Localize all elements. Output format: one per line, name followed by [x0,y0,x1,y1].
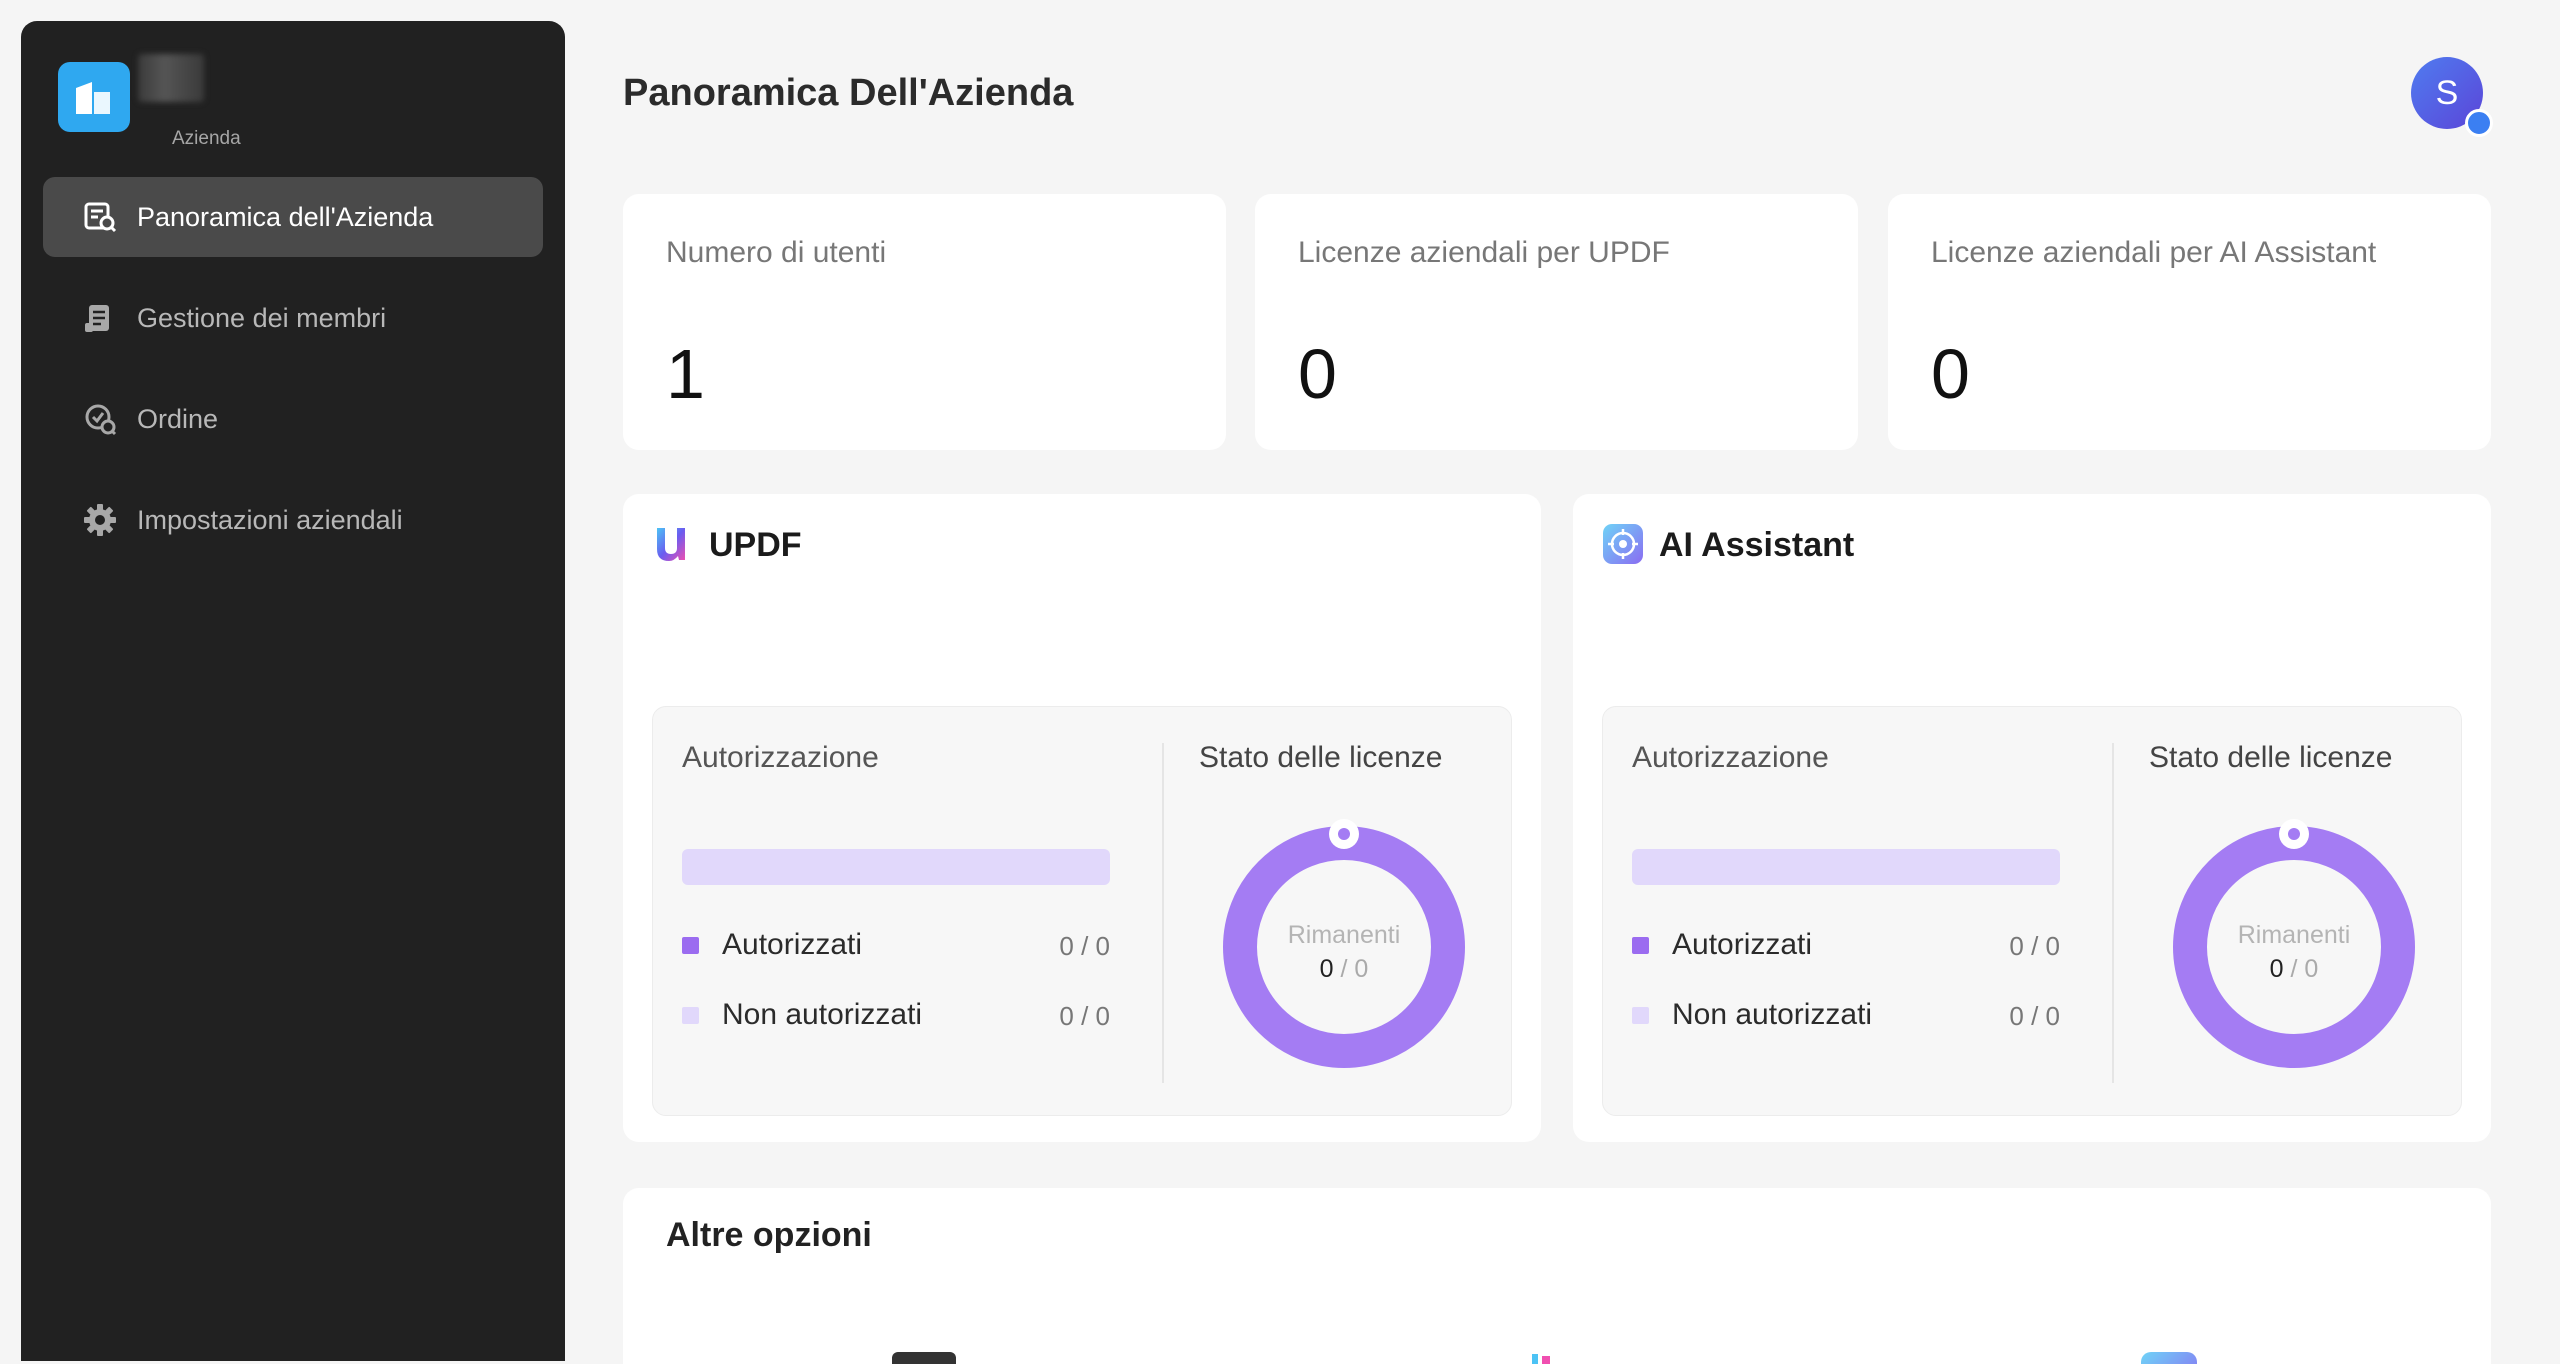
license-donut-chart: Rimanenti 0 / 0 [2164,817,2424,1077]
legend-count: 0 / 0 [1059,931,1110,961]
stat-label: Licenze aziendali per UPDF [1298,236,1670,269]
legend-unauthorized: Non autorizzati 0 / 0 [682,995,1110,1035]
product-card-updf: UPDF Autorizzazione Autorizzati 0 / 0 No… [623,494,1541,1142]
more-options-card: Altre opzioni [623,1188,2491,1364]
legend-authorized: Autorizzati 0 / 0 [682,925,1110,965]
page-title: Panoramica Dell'Azienda [623,72,1074,114]
license-donut-chart: Rimanenti 0 / 0 [1214,817,1474,1077]
company-logo[interactable]: Azienda [58,52,298,149]
sidebar-item-overview[interactable]: Panoramica dell'Azienda [43,177,543,257]
sidebar: Azienda Panoramica dell'Azienda Gestione… [21,21,565,1361]
sidebar-item-label: Impostazioni aziendali [137,504,403,535]
ai-option-icon[interactable] [2141,1352,2197,1364]
sidebar-item-members[interactable]: Gestione dei membri [43,278,543,358]
gear-icon [83,503,117,537]
order-icon [83,402,117,436]
company-badge-icon [2465,109,2493,137]
stat-value: 0 [1931,335,1970,413]
legend-count: 0 / 0 [2009,931,2060,961]
members-icon [83,301,117,335]
legend-authorized: Autorizzati 0 / 0 [1632,925,2060,965]
legend-count: 0 / 0 [1059,1001,1110,1031]
stat-card-users: Numero di utenti 1 [623,194,1226,450]
legend-label: Non autorizzati [1672,998,1873,1031]
sidebar-item-label: Panoramica dell'Azienda [137,201,434,232]
stat-value: 1 [666,335,705,413]
stat-card-ai-licenses: Licenze aziendali per AI Assistant 0 [1888,194,2491,450]
unauthorized-swatch [1632,1007,1649,1024]
legend-label: Autorizzati [1672,928,1813,961]
remaining-value: 0 [2269,955,2284,983]
authorization-progress-bar [1632,849,2060,885]
company-icon [58,62,130,132]
unauthorized-swatch [682,1007,699,1024]
overview-icon [83,200,117,234]
remaining-count: 0 / 0 [1214,955,1474,984]
stat-value: 0 [1298,335,1337,413]
company-name-redacted [138,54,204,102]
authorization-title: Autorizzazione [1632,741,1829,774]
legend-label: Autorizzati [722,928,863,961]
remaining-value: 0 [1319,955,1334,983]
license-panel: Autorizzazione Autorizzati 0 / 0 Non aut… [1602,706,2462,1116]
legend-label: Non autorizzati [722,998,923,1031]
sidebar-item-label: Ordine [137,403,219,434]
authorized-swatch [1632,937,1649,954]
remaining-label: Rimanenti [1287,921,1401,949]
legend-unauthorized: Non autorizzati 0 / 0 [1632,995,2060,1035]
sidebar-nav: Panoramica dell'Azienda Gestione dei mem… [43,177,543,581]
remaining-total: / 0 [2290,955,2319,983]
ai-assistant-icon [1601,522,1645,566]
option-icon[interactable] [892,1352,956,1364]
divider [1162,743,1164,1083]
updf-logo-icon [651,522,695,566]
product-title: UPDF [709,526,802,564]
sidebar-item-label: Gestione dei membri [137,302,387,333]
updf-option-icon[interactable] [1528,1352,1568,1364]
sidebar-item-settings[interactable]: Impostazioni aziendali [43,480,543,560]
license-status-title: Stato delle licenze [1199,741,1443,774]
stat-label: Numero di utenti [666,236,887,269]
divider [2112,743,2114,1083]
authorized-swatch [682,937,699,954]
license-panel: Autorizzazione Autorizzati 0 / 0 Non aut… [652,706,1512,1116]
product-card-ai-assistant: AI Assistant Autorizzazione Autorizzati … [1573,494,2491,1142]
stat-label: Licenze aziendali per AI Assistant [1931,236,2377,269]
license-status-title: Stato delle licenze [2149,741,2393,774]
remaining-total: / 0 [1340,955,1369,983]
remaining-label: Rimanenti [2237,921,2351,949]
authorization-title: Autorizzazione [682,741,879,774]
legend-count: 0 / 0 [2009,1001,2060,1031]
company-type-label: Azienda [172,128,241,149]
stat-card-updf-licenses: Licenze aziendali per UPDF 0 [1255,194,1858,450]
more-options-title: Altre opzioni [666,1216,872,1254]
product-title: AI Assistant [1659,526,1855,564]
sidebar-item-order[interactable]: Ordine [43,379,543,459]
remaining-count: 0 / 0 [2164,955,2424,984]
authorization-progress-bar [682,849,1110,885]
